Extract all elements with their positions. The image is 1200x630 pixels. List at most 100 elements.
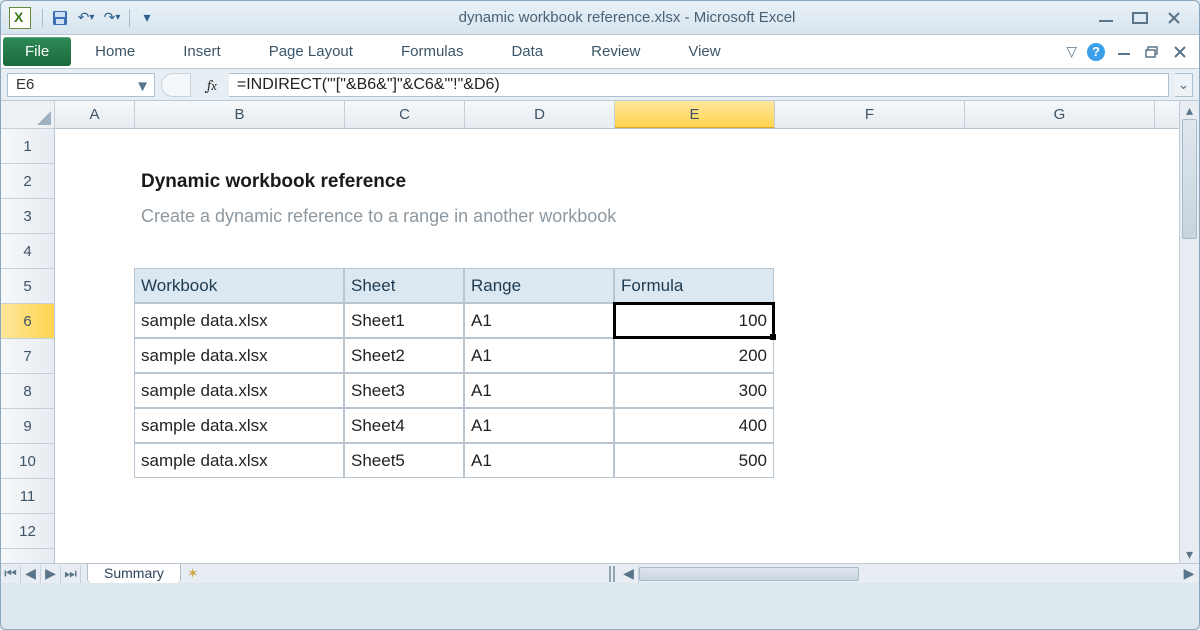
tab-insert[interactable]: Insert [159, 35, 245, 68]
formula-bar: E6 ▼ fx =INDIRECT("'["&B6&"]"&C6&"'!"&D6… [1, 69, 1199, 101]
tab-page-layout[interactable]: Page Layout [245, 35, 377, 68]
row-header-9[interactable]: 9 [1, 409, 54, 444]
doc-restore-button[interactable] [1143, 45, 1161, 59]
cell-E7[interactable]: 200 [614, 338, 774, 373]
column-header-C[interactable]: C [345, 101, 465, 128]
save-button[interactable] [48, 6, 72, 30]
worksheet-grid[interactable]: ABCDEFG 123456789101112 Dynamic workbook… [1, 101, 1199, 583]
cell-D8[interactable]: A1 [464, 373, 614, 408]
column-header-E[interactable]: E [615, 101, 775, 128]
expand-formula-bar-button[interactable]: ⌄ [1175, 73, 1193, 97]
column-header-F[interactable]: F [775, 101, 965, 128]
sheet-nav-prev[interactable]: ◀ [21, 565, 41, 583]
help-icon[interactable]: ? [1087, 43, 1105, 61]
cell-B8[interactable]: sample data.xlsx [134, 373, 344, 408]
doc-minimize-button[interactable] [1115, 45, 1133, 59]
scroll-down-button[interactable]: ▾ [1180, 545, 1199, 563]
column-headers: ABCDEFG [55, 101, 1179, 129]
cell-D6[interactable]: A1 [464, 303, 614, 338]
cell-C10[interactable]: Sheet5 [344, 443, 464, 478]
close-button[interactable] [1163, 9, 1185, 27]
ribbon-minimize-icon[interactable]: ▽ [1066, 43, 1077, 60]
vscroll-thumb[interactable] [1182, 119, 1197, 239]
column-header-B[interactable]: B [135, 101, 345, 128]
customize-qat-button[interactable]: ▾ [135, 6, 159, 30]
tab-review[interactable]: Review [567, 35, 664, 68]
function-wizard-button[interactable] [161, 73, 191, 97]
row-header-2[interactable]: 2 [1, 164, 54, 199]
tab-data[interactable]: Data [487, 35, 567, 68]
separator [42, 9, 43, 27]
sheet-nav-last[interactable]: ⏭ [61, 565, 81, 583]
minimize-button[interactable] [1095, 9, 1117, 27]
row-headers: 123456789101112 [1, 129, 55, 563]
row-header-8[interactable]: 8 [1, 374, 54, 409]
hscroll-track[interactable] [639, 567, 1159, 581]
scroll-up-button[interactable]: ▴ [1180, 101, 1199, 119]
cell-E8[interactable]: 300 [614, 373, 774, 408]
row-header-12[interactable]: 12 [1, 514, 54, 549]
new-sheet-button[interactable]: ✶ [187, 565, 199, 582]
row-header-11[interactable]: 11 [1, 479, 54, 514]
scroll-right-button[interactable]: ▶ [1179, 565, 1199, 583]
cell-E10[interactable]: 500 [614, 443, 774, 478]
tab-home[interactable]: Home [71, 35, 159, 68]
cell-B5[interactable]: Workbook [134, 268, 344, 303]
row-header-10[interactable]: 10 [1, 444, 54, 479]
row-header-6[interactable]: 6 [1, 304, 54, 339]
column-header-D[interactable]: D [465, 101, 615, 128]
column-header-G[interactable]: G [965, 101, 1155, 128]
formula-text: =INDIRECT("'["&B6&"]"&C6&"'!"&D6) [237, 76, 500, 94]
file-tab[interactable]: File [3, 37, 71, 66]
formula-input[interactable]: =INDIRECT("'["&B6&"]"&C6&"'!"&D6) [229, 73, 1169, 97]
name-box[interactable]: E6 ▼ [7, 73, 155, 97]
cell-C7[interactable]: Sheet2 [344, 338, 464, 373]
window-title: dynamic workbook reference.xlsx - Micros… [159, 9, 1095, 26]
cell-C5[interactable]: Sheet [344, 268, 464, 303]
cell-B6[interactable]: sample data.xlsx [134, 303, 344, 338]
sheet-nav-next[interactable]: ▶ [41, 565, 61, 583]
tab-formulas[interactable]: Formulas [377, 35, 488, 68]
select-all-button[interactable] [1, 101, 55, 129]
scroll-left-button[interactable]: ◀ [619, 565, 639, 583]
row-header-1[interactable]: 1 [1, 129, 54, 164]
cell-D10[interactable]: A1 [464, 443, 614, 478]
cell-B10[interactable]: sample data.xlsx [134, 443, 344, 478]
cell-B9[interactable]: sample data.xlsx [134, 408, 344, 443]
cell-D5[interactable]: Range [464, 268, 614, 303]
fx-icon[interactable]: fx [197, 76, 223, 94]
cell-D9[interactable]: A1 [464, 408, 614, 443]
sheet-tab-summary[interactable]: Summary [87, 563, 181, 583]
redo-button[interactable]: ↷▾ [100, 6, 124, 30]
row-header-4[interactable]: 4 [1, 234, 54, 269]
cell-D7[interactable]: A1 [464, 338, 614, 373]
maximize-button[interactable] [1129, 9, 1151, 27]
cell-B7[interactable]: sample data.xlsx [134, 338, 344, 373]
cell-E5[interactable]: Formula [614, 268, 774, 303]
separator [129, 9, 130, 27]
hscroll-thumb[interactable] [639, 567, 859, 581]
name-box-value: E6 [16, 76, 34, 93]
vertical-scrollbar[interactable]: ▴ ▾ [1179, 101, 1199, 563]
row-header-3[interactable]: 3 [1, 199, 54, 234]
cells-area[interactable]: Dynamic workbook referenceCreate a dynam… [55, 129, 1179, 563]
row-header-7[interactable]: 7 [1, 339, 54, 374]
doc-close-button[interactable] [1171, 45, 1189, 59]
title-bar: ↶▾ ↷▾ ▾ dynamic workbook reference.xlsx … [1, 1, 1199, 35]
cell-E6[interactable]: 100 [614, 303, 774, 338]
tab-split-handle[interactable] [609, 566, 615, 582]
row-header-5[interactable]: 5 [1, 269, 54, 304]
undo-button[interactable]: ↶▾ [74, 6, 98, 30]
cell-C8[interactable]: Sheet3 [344, 373, 464, 408]
cell-E9[interactable]: 400 [614, 408, 774, 443]
sheet-nav-first[interactable]: ⏮ [1, 565, 21, 583]
vscroll-track[interactable] [1182, 119, 1197, 545]
name-box-dropdown-icon[interactable]: ▼ [135, 78, 150, 95]
column-header-A[interactable]: A [55, 101, 135, 128]
cell-C6[interactable]: Sheet1 [344, 303, 464, 338]
cell-C9[interactable]: Sheet4 [344, 408, 464, 443]
window-controls [1095, 9, 1191, 27]
tab-view[interactable]: View [664, 35, 744, 68]
cell-B2[interactable]: Dynamic workbook reference [135, 164, 775, 199]
cell-B3[interactable]: Create a dynamic reference to a range in… [135, 199, 775, 234]
